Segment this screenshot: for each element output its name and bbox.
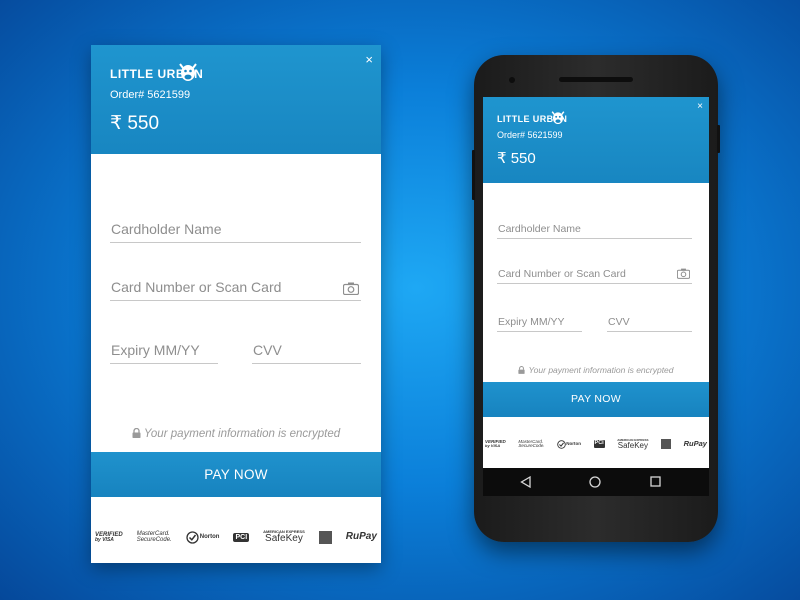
lock-icon — [132, 428, 141, 438]
recents-icon[interactable] — [650, 476, 661, 487]
volume-button — [472, 150, 475, 200]
phone-amount: ₹ 550 — [497, 150, 536, 167]
phone-cardholder-name-field[interactable]: Cardholder Name — [497, 217, 692, 239]
phone-expiry-placeholder: Expiry MM/YY — [498, 316, 565, 328]
power-button — [717, 125, 720, 153]
payment-header: LITTLE URBAN Order# 5621599 ₹ 550 × — [91, 45, 381, 154]
cvv-placeholder: CVV — [253, 342, 282, 358]
phone-camera-icon[interactable] — [677, 268, 690, 279]
phone-amex-safekey-badge: AMERICAN EXPRESS SafeKey — [617, 437, 649, 450]
phone-mastercard-securecode-badge: MasterCard. SecureCode. — [518, 438, 545, 448]
back-icon[interactable] — [520, 476, 531, 488]
speaker-grille — [559, 77, 633, 82]
close-icon[interactable]: × — [365, 52, 373, 67]
norton-badge: Norton — [186, 530, 219, 544]
phone-rupay-badge: RuPay — [683, 439, 707, 449]
phone-norton-badge: Norton — [557, 439, 581, 449]
phone-amex-logo-icon — [661, 439, 672, 449]
payment-panel: LITTLE URBAN Order# 5621599 ₹ 550 × Card… — [91, 45, 381, 563]
phone-cardholder-name-placeholder: Cardholder Name — [498, 223, 581, 235]
phone-expiry-field[interactable]: Expiry MM/YY — [497, 310, 582, 332]
phone-secure-note-text: Your payment information is encrypted — [528, 365, 674, 375]
phone-pay-now-button[interactable]: PAY NOW — [483, 382, 709, 417]
phone-cvv-field[interactable]: CVV — [607, 310, 692, 332]
amount: ₹ 550 — [110, 113, 160, 134]
front-camera-icon — [509, 77, 515, 83]
phone-card-number-field[interactable]: Card Number or Scan Card — [497, 262, 692, 284]
cardholder-name-placeholder: Cardholder Name — [111, 221, 222, 237]
mastercard-securecode-badge: MasterCard. SecureCode. — [136, 531, 172, 543]
phone-pci-badge: PCI — [593, 440, 605, 448]
pay-now-button[interactable]: PAY NOW — [91, 452, 381, 497]
phone-checkmark-icon — [557, 439, 566, 449]
secure-note: Your payment information is encrypted — [91, 428, 381, 440]
card-number-placeholder: Card Number or Scan Card — [111, 279, 282, 295]
order-number: Order# 5621599 — [110, 89, 191, 101]
phone-order-number: Order# 5621599 — [497, 130, 563, 140]
phone-security-badges: VERIFIED by VISA MasterCard. SecureCode. N… — [483, 434, 709, 454]
amex-logo-icon — [318, 530, 332, 544]
phone-mockup: LITTLE URBAN Order# 5621599 ₹ 550 × Card… — [472, 55, 720, 542]
pci-badge: PCI — [233, 532, 250, 542]
cvv-field[interactable]: CVV — [252, 336, 361, 364]
phone-verified-by-visa-badge: VERIFIED by VISA — [485, 438, 506, 449]
expiry-placeholder: Expiry MM/YY — [111, 342, 200, 358]
camera-icon[interactable] — [343, 282, 359, 295]
phone-cow-logo-icon — [551, 111, 565, 125]
phone-lock-icon — [518, 366, 526, 374]
cardholder-name-field[interactable]: Cardholder Name — [110, 215, 361, 243]
security-badges: VERIFIED by VISA MasterCard. SecureCode. N… — [91, 523, 381, 551]
phone-secure-note: Your payment information is encrypted — [483, 365, 709, 375]
phone-close-icon[interactable]: × — [697, 101, 703, 112]
phone-card-number-placeholder: Card Number or Scan Card — [498, 268, 626, 280]
phone-payment-header: LITTLE URBAN Order# 5621599 ₹ 550 × — [483, 97, 709, 183]
android-nav-bar — [483, 468, 709, 496]
checkmark-icon — [186, 530, 199, 544]
card-number-field[interactable]: Card Number or Scan Card — [110, 273, 361, 301]
home-icon[interactable] — [589, 476, 601, 488]
secure-note-text: Your payment information is encrypted — [143, 428, 341, 440]
verified-by-visa-badge: VERIFIED by VISA — [95, 531, 123, 543]
expiry-field[interactable]: Expiry MM/YY — [110, 336, 218, 364]
rupay-badge: RuPay — [345, 531, 377, 542]
amex-safekey-badge: AMERICAN EXPRESS SafeKey — [263, 529, 305, 544]
phone-screen: LITTLE URBAN Order# 5621599 ₹ 550 × Card… — [483, 97, 709, 496]
cow-logo-icon — [179, 63, 197, 81]
phone-cvv-placeholder: CVV — [608, 316, 630, 328]
